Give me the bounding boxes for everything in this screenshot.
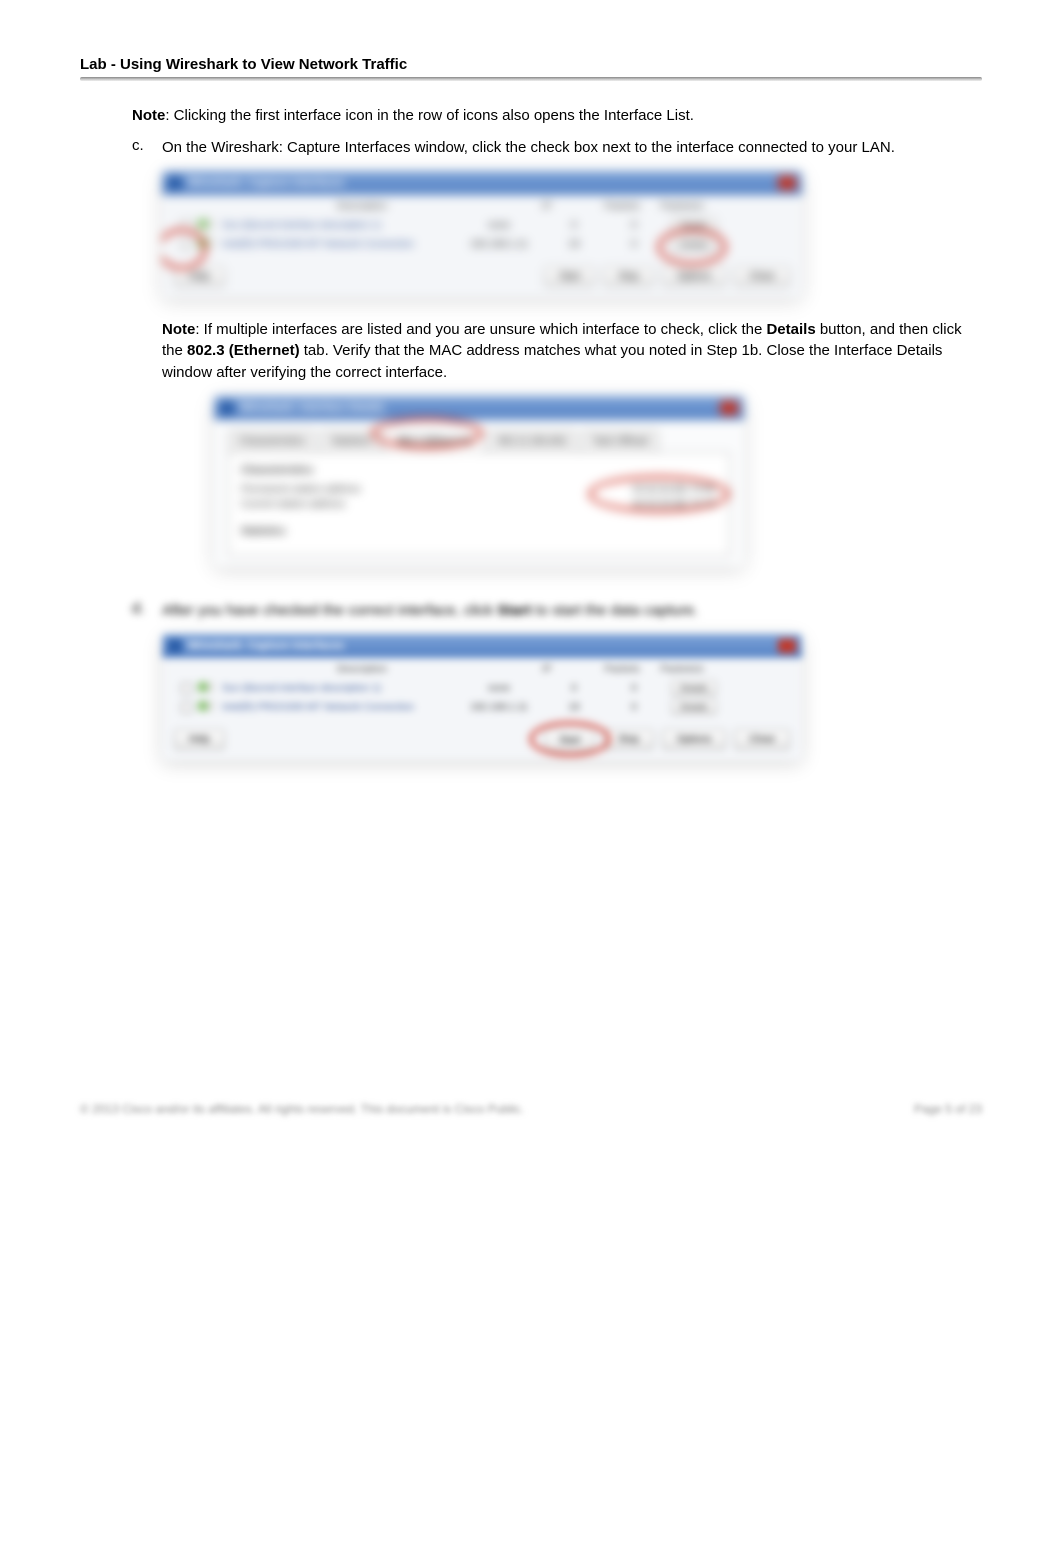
col-ip: IP	[502, 664, 592, 675]
close-icon[interactable]	[720, 401, 738, 415]
window-title: Wireshark: Capture Interfaces	[188, 177, 344, 189]
col-packets: Packets	[592, 664, 652, 675]
curr-address-label: Current station address	[241, 499, 345, 510]
iface-pkt-1: 0	[544, 683, 604, 694]
footer-copyright: © 2013 Cisco and/or its affiliates. All …	[80, 1102, 524, 1116]
window-title: Wireshark: Capture Interfaces	[188, 640, 344, 652]
highlight-circle	[530, 722, 610, 756]
note-2: Note: If multiple interfaces are listed …	[162, 319, 982, 384]
tab-wlan[interactable]: 802.11 (WLAN)	[487, 430, 577, 452]
help-button[interactable]: Help	[174, 729, 225, 750]
page-title: Lab - Using Wireshark to View Network Tr…	[80, 56, 982, 73]
note-1-text: : Clicking the first interface icon in t…	[165, 107, 694, 124]
item-d-t1: After you have checked the correct inter…	[162, 602, 497, 619]
figure-interface-details: Wireshark: Interface Details Characteris…	[214, 396, 982, 566]
note-label: Note	[162, 321, 195, 338]
iface-ip-2: 192.168.1.11	[454, 702, 544, 713]
options-button[interactable]: Options	[662, 266, 726, 287]
iface-pks-1: 0	[604, 683, 664, 694]
iface-ip-2: 192.168.1.11	[454, 239, 544, 250]
iface-pkt-2: 19	[544, 239, 604, 250]
col-description: Description	[222, 201, 502, 212]
iface-pks-1: 0	[604, 220, 664, 231]
options-button[interactable]: Options	[662, 729, 726, 750]
app-icon	[168, 639, 182, 653]
signal-icon	[198, 701, 214, 711]
col-ip: IP	[502, 201, 592, 212]
col-packets-s: Packets/s	[652, 201, 712, 212]
figure-capture-interfaces-2: Wireshark: Capture Interfaces Descriptio…	[162, 634, 982, 760]
iface-ip-1: none	[454, 220, 544, 231]
iface-desc-1: Sun (blurred interface description 1)	[222, 220, 454, 231]
item-c-text: On the Wireshark: Capture Interfaces win…	[162, 137, 982, 159]
signal-icon	[198, 219, 214, 229]
col-packets-s: Packets/s	[652, 664, 712, 675]
tab-characteristics[interactable]: Characteristics	[228, 430, 316, 452]
signal-icon	[198, 682, 214, 692]
list-marker-d: d.	[132, 600, 150, 782]
highlight-circle	[589, 476, 729, 512]
iface-pks-2: 0	[604, 702, 664, 713]
details-button[interactable]: Details	[671, 699, 717, 715]
note-label: Note	[132, 107, 165, 124]
highlight-circle	[372, 418, 482, 448]
section-statistics: Statistics	[241, 526, 717, 537]
item-d-t2: to start the data capture.	[531, 602, 698, 619]
iface-ip-1: none	[454, 683, 544, 694]
close-icon[interactable]	[778, 639, 796, 653]
iface-desc-2: Intel(R) PRO/1000 MT Network Connection	[222, 239, 454, 250]
section-characteristics: Characteristics	[241, 465, 717, 476]
iface-pks-2: 0	[604, 239, 664, 250]
note-2-bold2: 802.3 (Ethernet)	[187, 342, 300, 359]
note-2-bold1: Details	[766, 321, 815, 338]
help-button[interactable]: Help	[174, 266, 225, 287]
app-icon	[168, 176, 182, 190]
close-button[interactable]: Close	[734, 266, 790, 287]
close-button[interactable]: Close	[734, 729, 790, 750]
details-button[interactable]: Details	[671, 680, 717, 696]
highlight-circle	[658, 229, 726, 265]
tab-task-offload[interactable]: Task Offload	[581, 430, 658, 452]
col-packets: Packets	[592, 201, 652, 212]
footer-page: Page 5 of 23	[914, 1102, 982, 1116]
stop-button[interactable]: Stop	[603, 266, 654, 287]
stop-button[interactable]: Stop	[603, 729, 654, 750]
iface-desc-2: Intel(R) PRO/1000 MT Network Connection	[222, 702, 454, 713]
note-1: Note: Clicking the first interface icon …	[132, 105, 982, 127]
highlight-circle	[162, 229, 206, 269]
item-d-text: After you have checked the correct inter…	[162, 600, 982, 622]
iface-pkt-2: 19	[544, 702, 604, 713]
app-icon	[220, 401, 234, 415]
interface-checkbox[interactable]	[181, 683, 192, 694]
window-title: Wireshark: Interface Details	[240, 402, 385, 414]
start-button[interactable]: Start	[544, 266, 595, 287]
iface-pkt-1: 0	[544, 220, 604, 231]
figure-capture-interfaces-1: Wireshark: Capture Interfaces Descriptio…	[162, 171, 982, 297]
interface-checkbox[interactable]	[181, 702, 192, 713]
item-d-bold: Start	[497, 602, 531, 619]
list-marker-c: c.	[132, 137, 150, 588]
iface-desc-1: Sun (blurred interface description 1)	[222, 683, 454, 694]
title-rule	[80, 77, 982, 81]
col-description: Description	[222, 664, 502, 675]
note-2-t1: : If multiple interfaces are listed and …	[195, 321, 766, 338]
perm-address-label: Permanent station address	[241, 484, 361, 495]
close-icon[interactable]	[778, 176, 796, 190]
